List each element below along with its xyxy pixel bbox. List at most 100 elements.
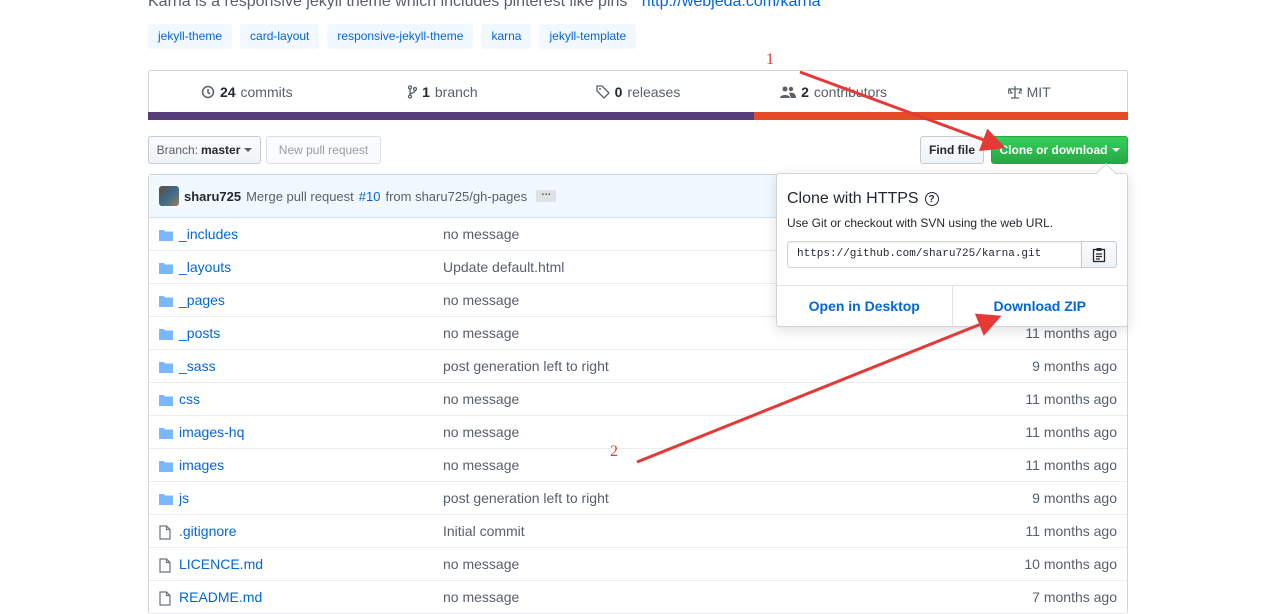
- chevron-down-icon: [1111, 148, 1120, 152]
- contributors-count: 2: [801, 84, 809, 100]
- history-icon: [201, 85, 215, 99]
- file-commit-message[interactable]: no message: [443, 292, 519, 308]
- file-commit-message[interactable]: post generation left to right: [443, 358, 609, 374]
- table-row: LICENCE.md no message 10 months ago: [149, 548, 1127, 581]
- topics-list: jekyll-theme card-layout responsive-jeky…: [148, 24, 637, 49]
- annotation-step-1: 1: [766, 51, 774, 68]
- branch-label: branch: [434, 84, 478, 100]
- license-label: MIT: [1026, 84, 1051, 100]
- clone-url-input[interactable]: https://github.com/sharu725/karna.git: [787, 241, 1082, 268]
- people-icon: [780, 86, 797, 98]
- commits-label: commits: [240, 84, 293, 100]
- file-commit-message[interactable]: no message: [443, 556, 519, 572]
- branch-count: 1: [422, 84, 430, 100]
- file-commit-message[interactable]: Update default.html: [443, 259, 564, 275]
- releases-link[interactable]: 0 releases: [540, 71, 736, 113]
- file-name-link[interactable]: _posts: [179, 325, 220, 341]
- file-name-link[interactable]: js: [179, 490, 189, 506]
- commit-author[interactable]: sharu725: [184, 189, 241, 204]
- contributors-link[interactable]: 2 contributors: [736, 71, 932, 113]
- folder-icon: [159, 360, 175, 374]
- branch-icon: [407, 85, 418, 99]
- table-row: _sass post generation left to right 9 mont…: [149, 350, 1127, 383]
- file-commit-message[interactable]: no message: [443, 457, 519, 473]
- file-icon: [159, 558, 175, 573]
- commits-link[interactable]: 24 commits: [149, 71, 345, 113]
- file-commit-message[interactable]: Initial commit: [443, 523, 525, 539]
- law-icon: [1007, 86, 1022, 99]
- repo-description: Karna is a responsive jekyll theme which…: [148, 0, 821, 11]
- file-name-link[interactable]: _sass: [179, 358, 216, 374]
- open-in-desktop-button[interactable]: Open in Desktop: [777, 286, 952, 326]
- table-row: css no message 11 months ago: [149, 383, 1127, 416]
- file-name-link[interactable]: _pages: [179, 292, 225, 308]
- folder-icon: [159, 393, 175, 407]
- file-age: 7 months ago: [1032, 589, 1117, 605]
- topic-tag[interactable]: jekyll-theme: [148, 24, 233, 49]
- chevron-down-icon: [244, 148, 253, 152]
- download-zip-button[interactable]: Download ZIP: [951, 286, 1128, 326]
- topic-tag[interactable]: jekyll-template: [539, 24, 637, 49]
- file-commit-message[interactable]: no message: [443, 424, 519, 440]
- file-name-link[interactable]: README.md: [179, 589, 262, 605]
- file-name-link[interactable]: _layouts: [179, 259, 231, 275]
- commit-message-end[interactable]: from sharu725/gh-pages: [385, 189, 527, 204]
- table-row: README.md no message 7 months ago: [149, 581, 1127, 614]
- releases-label: releases: [627, 84, 681, 100]
- folder-icon: [159, 228, 175, 242]
- new-pull-request-button[interactable]: New pull request: [266, 136, 381, 164]
- file-icon: [159, 525, 175, 540]
- file-age: 11 months ago: [1025, 457, 1117, 473]
- popover-pointer: [1096, 163, 1116, 183]
- popover-title: Clone with HTTPS ?: [787, 190, 939, 208]
- copy-url-button[interactable]: [1081, 241, 1117, 268]
- folder-icon: [159, 261, 175, 275]
- language-bar[interactable]: [148, 112, 1128, 120]
- topic-tag[interactable]: karna: [481, 24, 532, 49]
- file-age: 9 months ago: [1032, 358, 1117, 374]
- file-name-link[interactable]: images-hq: [179, 424, 244, 440]
- find-file-button[interactable]: Find file: [920, 136, 984, 164]
- branches-link[interactable]: 1 branch: [345, 71, 541, 113]
- file-commit-message[interactable]: no message: [443, 226, 519, 242]
- commits-count: 24: [219, 84, 236, 100]
- commit-pr-link[interactable]: #10: [359, 189, 381, 204]
- file-name-link[interactable]: LICENCE.md: [179, 556, 263, 572]
- file-commit-message[interactable]: no message: [443, 391, 519, 407]
- branch-select-button[interactable]: Branch: master: [148, 136, 261, 164]
- commit-message[interactable]: Merge pull request: [246, 189, 354, 204]
- file-commit-message[interactable]: no message: [443, 589, 519, 605]
- contributors-label: contributors: [813, 84, 888, 100]
- popover-subtitle: Use Git or checkout with SVN using the w…: [787, 216, 1054, 230]
- table-row: .gitignore Initial commit 11 months ago: [149, 515, 1127, 548]
- folder-icon: [159, 492, 175, 506]
- clone-popover: Clone with HTTPS ? Use Git or checkout w…: [776, 163, 1128, 327]
- folder-icon: [159, 327, 175, 341]
- popover-title-text: Clone with HTTPS: [787, 190, 919, 207]
- file-age: 9 months ago: [1032, 490, 1117, 506]
- file-name-link[interactable]: .gitignore: [179, 523, 237, 539]
- commit-expand-button[interactable]: …: [536, 188, 557, 202]
- numbers-summary: 24 commits 1 branch 0 releases 2 contrib…: [148, 70, 1128, 120]
- language-segment-html: [753, 112, 1128, 120]
- clone-or-download-button[interactable]: Clone or download: [991, 136, 1128, 164]
- file-commit-message[interactable]: no message: [443, 325, 519, 341]
- avatar[interactable]: [159, 186, 179, 206]
- topic-tag[interactable]: card-layout: [240, 24, 320, 49]
- clone-button-label: Clone or download: [999, 143, 1108, 157]
- topic-tag[interactable]: responsive-jekyll-theme: [327, 24, 474, 49]
- repo-homepage-link[interactable]: http://webjeda.com/karna: [642, 0, 821, 10]
- annotation-step-2: 2: [610, 443, 618, 460]
- releases-count: 0: [614, 84, 623, 100]
- popover-footer: Open in Desktop Download ZIP: [777, 285, 1127, 326]
- table-row: images-hq no message 11 months ago: [149, 416, 1127, 449]
- file-commit-message[interactable]: post generation left to right: [443, 490, 609, 506]
- file-name-link[interactable]: css: [179, 391, 200, 407]
- language-segment-css: [148, 112, 754, 120]
- folder-icon: [159, 294, 175, 308]
- help-icon[interactable]: ?: [924, 192, 939, 206]
- license-link[interactable]: MIT: [931, 71, 1127, 113]
- folder-icon: [159, 459, 175, 473]
- file-name-link[interactable]: _includes: [179, 226, 238, 242]
- file-name-link[interactable]: images: [179, 457, 224, 473]
